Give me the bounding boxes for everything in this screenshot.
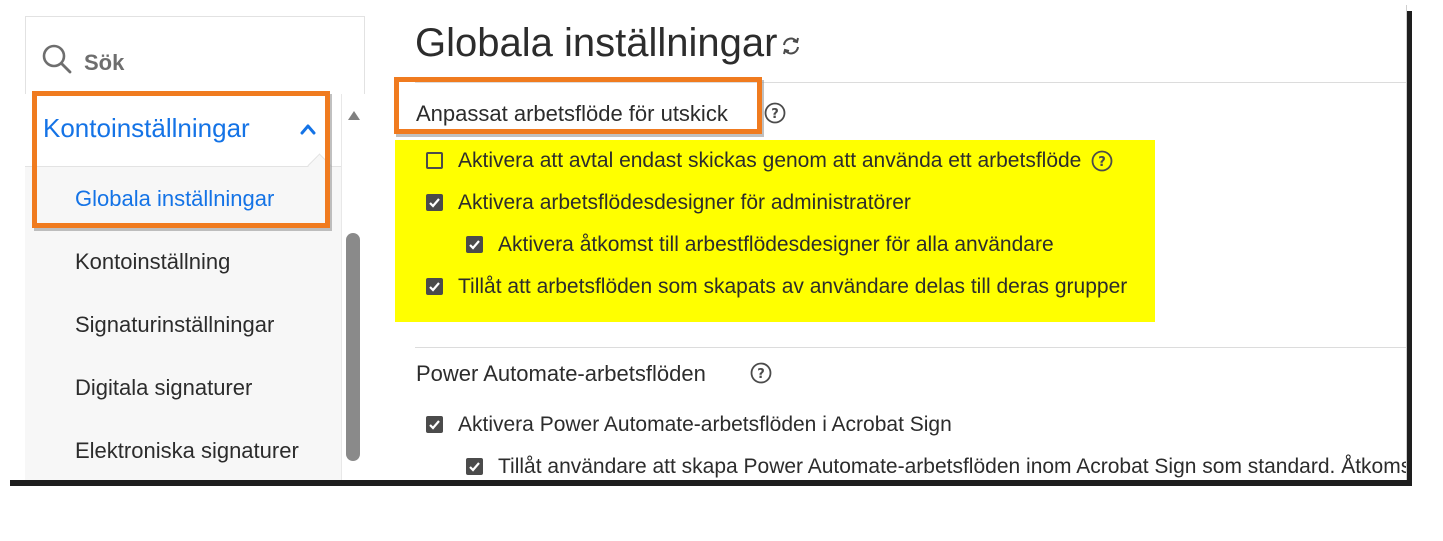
scroll-up-arrow-icon[interactable] [348,111,360,120]
svg-text:?: ? [1098,155,1106,170]
option-label: Tillåt användare att skapa Power Automat… [498,455,1407,478]
option-label: Aktivera Power Automate-arbetsflöden i A… [458,413,952,436]
help-icon[interactable]: ? [764,102,786,124]
divider [415,347,1406,348]
search-input[interactable]: Sök [84,50,124,76]
annotation-box-nav [32,91,330,228]
sidebar-item-digitala-signaturer[interactable]: Digitala signaturer [75,375,252,401]
annotation-box-section [394,77,762,134]
option-label: Tillåt att arbetsflöden som skapats av a… [458,275,1128,298]
checkbox-endast-arbetsflode[interactable] [426,152,443,169]
svg-text:?: ? [757,367,765,382]
help-icon[interactable]: ? [750,362,772,384]
help-icon[interactable]: ? [1091,150,1113,172]
option-label: Aktivera arbetsflödesdesigner för admini… [458,191,911,214]
search-box[interactable]: Sök [25,16,365,94]
checkbox-power-automate[interactable] [426,416,443,433]
page-title: Globala inställningar [415,21,778,65]
search-icon [42,44,72,74]
checkbox-power-automate-standard[interactable] [466,458,483,475]
sidebar-item-signaturinstallningar[interactable]: Signaturinställningar [75,312,274,338]
option-label: Aktivera att avtal endast skickas genom … [458,149,1082,172]
main-content: Globala inställningar Anpassat arbetsflö… [389,5,1406,480]
checkbox-atkomst-alla-anvandare[interactable] [466,236,483,253]
app-window: Sök Kontoinställningar Globala inställni… [5,5,1407,480]
refresh-icon[interactable] [779,34,803,58]
svg-text:?: ? [771,107,779,122]
scrollbar-thumb[interactable] [346,233,360,461]
sidebar-item-kontoinstallning[interactable]: Kontoinställning [75,249,230,275]
option-label: Aktivera åtkomst till arbestflödesdesign… [498,233,1054,256]
sidebar-item-elektroniska-signaturer[interactable]: Elektroniska signaturer [75,438,299,464]
checkbox-arbetsflodesdesigner-admin[interactable] [426,194,443,211]
sidebar: Sök Kontoinställningar Globala inställni… [5,5,365,480]
section-title-power-automate: Power Automate-arbetsflöden [416,361,706,386]
checkbox-dela-till-grupper[interactable] [426,278,443,295]
